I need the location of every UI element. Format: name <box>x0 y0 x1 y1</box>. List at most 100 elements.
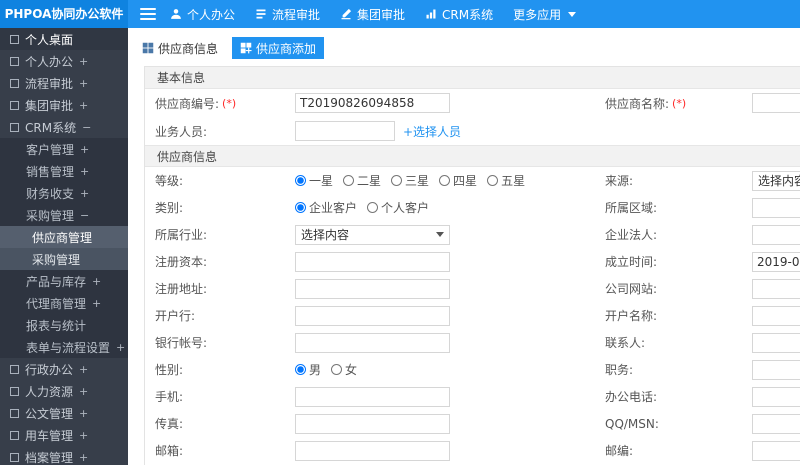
industry-select[interactable]: 选择内容 <box>295 224 450 245</box>
top-menu-group-approval[interactable]: 集团审批 <box>340 6 405 23</box>
sidebar-item-archive-mgmt[interactable]: 档案管理 + <box>0 446 128 465</box>
top-menu-personal-office[interactable]: 个人办公 <box>170 6 235 23</box>
sidebar-item-desktop[interactable]: 个人桌面 <box>0 28 128 50</box>
sidebar-item-workflow-approval[interactable]: 流程审批 + <box>0 72 128 94</box>
radio-input[interactable] <box>439 175 451 186</box>
expand-icon: + <box>79 98 89 112</box>
radio-input[interactable] <box>295 175 306 186</box>
bank-account-input[interactable] <box>295 332 450 353</box>
users-icon <box>10 386 19 396</box>
radio-option[interactable]: 企业客户 <box>295 199 357 216</box>
qq-label: QQ/MSN: <box>605 416 659 431</box>
chevron-down-icon <box>436 232 444 237</box>
sidebar-item-group-approval[interactable]: 集团审批 + <box>0 94 128 116</box>
field-label: 供应商编号: (*) <box>145 95 295 112</box>
fax-input[interactable] <box>295 413 450 434</box>
expand-icon: + <box>79 384 89 398</box>
sidebar-item-sales-mgmt[interactable]: 销售管理 + <box>0 160 128 182</box>
sidebar-item-label: 采购管理 <box>32 252 81 267</box>
top-menu-label: 集团审批 <box>357 7 406 22</box>
account-name-input[interactable] <box>752 305 800 326</box>
expand-icon: + <box>80 186 90 200</box>
website-input[interactable] <box>752 278 800 299</box>
sidebar-item-label: CRM系统 <box>25 120 77 135</box>
reg-address-input[interactable] <box>295 278 450 299</box>
file-icon <box>10 408 19 418</box>
sidebar-item-purchase-mgmt[interactable]: 采购管理 − <box>0 204 128 226</box>
founded-label: 成立时间: <box>605 255 658 269</box>
tab-supplier-add[interactable]: 供应商添加 <box>232 37 325 59</box>
folder-icon <box>10 452 19 462</box>
choose-staff-link[interactable]: +选择人员 <box>403 123 461 140</box>
tab-supplier-info[interactable]: 供应商信息 <box>134 37 226 59</box>
region-input[interactable] <box>752 197 800 218</box>
sidebar-item-admin-office[interactable]: 行政办公 + <box>0 358 128 380</box>
person-icon <box>170 8 182 20</box>
radio-input[interactable] <box>367 202 379 213</box>
radio-option[interactable]: 一星 <box>295 172 333 189</box>
supplier-no-input[interactable] <box>295 93 450 113</box>
radio-option[interactable]: 二星 <box>343 172 381 189</box>
qq-input[interactable] <box>752 413 800 434</box>
hamburger-menu-icon[interactable] <box>140 8 156 20</box>
contact-input[interactable] <box>752 332 800 353</box>
radio-input[interactable] <box>487 175 499 186</box>
radio-option[interactable]: 男 <box>295 361 321 378</box>
top-menu-label: 流程审批 <box>272 7 321 22</box>
form-row: 性别: 男 女 职务: <box>145 356 800 383</box>
source-select[interactable]: 选择内容 <box>752 170 800 191</box>
founded-date-input[interactable] <box>752 251 800 272</box>
sidebar-item-label: 个人桌面 <box>25 32 74 47</box>
sidebar-item-label: 用车管理 <box>25 428 74 443</box>
bank-input[interactable] <box>295 305 450 326</box>
zip-input[interactable] <box>752 440 800 461</box>
email-input[interactable] <box>295 440 450 461</box>
supplier-no-label: 供应商编号: <box>155 96 220 111</box>
title-input[interactable] <box>752 359 800 380</box>
sidebar-item-product-inventory[interactable]: 产品与库存 + <box>0 270 128 292</box>
radio-option[interactable]: 四星 <box>439 172 477 189</box>
legal-label: 企业法人: <box>605 228 658 242</box>
radio-input[interactable] <box>343 175 355 186</box>
radio-input[interactable] <box>295 364 306 375</box>
radio-input[interactable] <box>295 202 306 213</box>
fax-label: 传真: <box>155 417 184 431</box>
sidebar-item-vehicle-mgmt[interactable]: 用车管理 + <box>0 424 128 446</box>
mobile-input[interactable] <box>295 386 450 407</box>
form-row: 手机: 办公电话: <box>145 383 800 410</box>
radio-input[interactable] <box>391 175 403 186</box>
radio-option[interactable]: 五星 <box>487 172 525 189</box>
top-menu-crm[interactable]: CRM系统 <box>425 6 493 23</box>
sidebar-item-form-flow-settings[interactable]: 表单与流程设置 + <box>0 336 128 358</box>
top-menu-workflow-approval[interactable]: 流程审批 <box>255 6 320 23</box>
form-row: 邮箱: 邮编: <box>145 437 800 464</box>
staff-input[interactable] <box>295 121 395 141</box>
expand-icon: + <box>79 450 89 464</box>
form-row: 传真: QQ/MSN: <box>145 410 800 437</box>
app-logo: PHPOA协同办公软件 <box>0 0 128 28</box>
capital-input[interactable] <box>295 251 450 272</box>
sidebar-item-supplier-mgmt[interactable]: 供应商管理 <box>0 226 128 248</box>
supplier-name-input[interactable] <box>752 93 800 113</box>
radio-option[interactable]: 三星 <box>391 172 429 189</box>
sidebar-item-hr[interactable]: 人力资源 + <box>0 380 128 402</box>
reg-address-label: 注册地址: <box>155 282 208 296</box>
bank-label: 开户行: <box>155 309 196 323</box>
sidebar-item-agent-mgmt[interactable]: 代理商管理 + <box>0 292 128 314</box>
office-phone-input[interactable] <box>752 386 800 407</box>
sidebar-item-purchase-mgmt-child[interactable]: 采购管理 <box>0 248 128 270</box>
sidebar-item-personal-office[interactable]: 个人办公 + <box>0 50 128 72</box>
industry-label: 所属行业: <box>155 228 208 242</box>
radio-option[interactable]: 女 <box>331 361 357 378</box>
sidebar-item-document-mgmt[interactable]: 公文管理 + <box>0 402 128 424</box>
sidebar-item-crm[interactable]: CRM系统 − <box>0 116 128 138</box>
sidebar-item-label: 销售管理 <box>26 164 75 179</box>
legal-input[interactable] <box>752 224 800 245</box>
sidebar-item-customer-mgmt[interactable]: 客户管理 + <box>0 138 128 160</box>
sidebar-item-reports[interactable]: 报表与统计 <box>0 314 128 336</box>
radio-option[interactable]: 个人客户 <box>367 199 429 216</box>
radio-input[interactable] <box>331 364 343 375</box>
sidebar-item-finance[interactable]: 财务收支 + <box>0 182 128 204</box>
top-menu-more-apps[interactable]: 更多应用 <box>513 6 577 23</box>
chart-icon <box>10 122 19 132</box>
